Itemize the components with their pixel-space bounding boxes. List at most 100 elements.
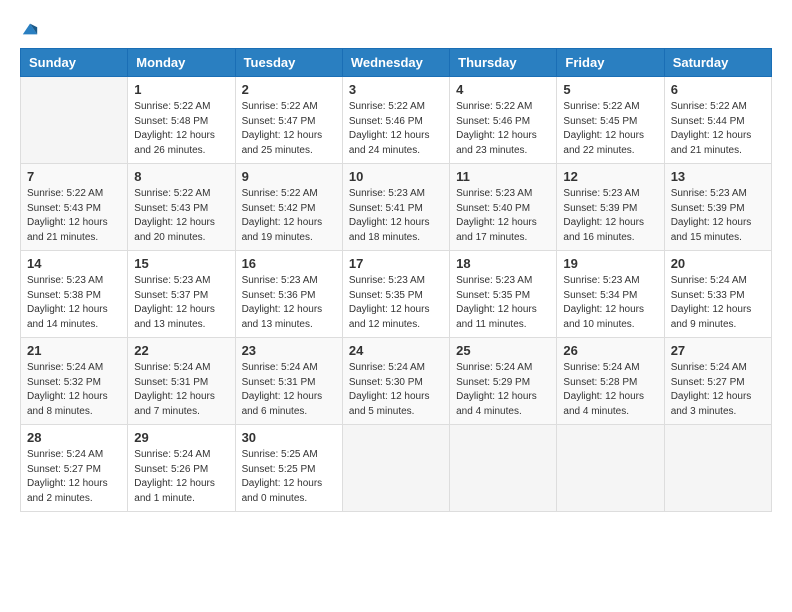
- calendar-header-row: SundayMondayTuesdayWednesdayThursdayFrid…: [21, 49, 772, 77]
- calendar-cell: 9 Sunrise: 5:22 AM Sunset: 5:42 PM Daylig…: [235, 164, 342, 251]
- day-info: Sunrise: 5:22 AM Sunset: 5:45 PM Dayligh…: [563, 100, 657, 158]
- calendar-cell: 18 Sunrise: 5:23 AM Sunset: 5:35 PM Dayli…: [450, 251, 557, 338]
- day-info: Sunrise: 5:24 AM Sunset: 5:30 PM Dayligh…: [349, 361, 443, 419]
- day-of-week-header: Sunday: [21, 49, 128, 77]
- day-info: Sunrise: 5:23 AM Sunset: 5:37 PM Dayligh…: [134, 274, 228, 332]
- day-info: Sunrise: 5:23 AM Sunset: 5:38 PM Dayligh…: [27, 274, 121, 332]
- calendar-cell: 3 Sunrise: 5:22 AM Sunset: 5:46 PM Daylig…: [342, 77, 449, 164]
- calendar-cell: 8 Sunrise: 5:22 AM Sunset: 5:43 PM Daylig…: [128, 164, 235, 251]
- day-info: Sunrise: 5:24 AM Sunset: 5:31 PM Dayligh…: [134, 361, 228, 419]
- calendar-cell: [450, 425, 557, 512]
- day-info: Sunrise: 5:23 AM Sunset: 5:40 PM Dayligh…: [456, 187, 550, 245]
- calendar-cell: 16 Sunrise: 5:23 AM Sunset: 5:36 PM Dayli…: [235, 251, 342, 338]
- calendar-cell: 2 Sunrise: 5:22 AM Sunset: 5:47 PM Daylig…: [235, 77, 342, 164]
- day-info: Sunrise: 5:22 AM Sunset: 5:46 PM Dayligh…: [349, 100, 443, 158]
- day-number: 3: [349, 82, 443, 97]
- day-info: Sunrise: 5:24 AM Sunset: 5:29 PM Dayligh…: [456, 361, 550, 419]
- calendar-cell: 21 Sunrise: 5:24 AM Sunset: 5:32 PM Dayli…: [21, 338, 128, 425]
- day-number: 24: [349, 343, 443, 358]
- day-info: Sunrise: 5:23 AM Sunset: 5:41 PM Dayligh…: [349, 187, 443, 245]
- day-of-week-header: Wednesday: [342, 49, 449, 77]
- day-number: 11: [456, 169, 550, 184]
- day-number: 8: [134, 169, 228, 184]
- calendar-cell: 28 Sunrise: 5:24 AM Sunset: 5:27 PM Dayli…: [21, 425, 128, 512]
- calendar-cell: 22 Sunrise: 5:24 AM Sunset: 5:31 PM Dayli…: [128, 338, 235, 425]
- day-number: 14: [27, 256, 121, 271]
- day-number: 16: [242, 256, 336, 271]
- day-info: Sunrise: 5:24 AM Sunset: 5:28 PM Dayligh…: [563, 361, 657, 419]
- day-number: 12: [563, 169, 657, 184]
- calendar-cell: 23 Sunrise: 5:24 AM Sunset: 5:31 PM Dayli…: [235, 338, 342, 425]
- day-number: 29: [134, 430, 228, 445]
- calendar-week-row: 28 Sunrise: 5:24 AM Sunset: 5:27 PM Dayli…: [21, 425, 772, 512]
- day-info: Sunrise: 5:23 AM Sunset: 5:36 PM Dayligh…: [242, 274, 336, 332]
- day-number: 15: [134, 256, 228, 271]
- day-number: 4: [456, 82, 550, 97]
- day-info: Sunrise: 5:24 AM Sunset: 5:31 PM Dayligh…: [242, 361, 336, 419]
- calendar-cell: 15 Sunrise: 5:23 AM Sunset: 5:37 PM Dayli…: [128, 251, 235, 338]
- calendar-week-row: 14 Sunrise: 5:23 AM Sunset: 5:38 PM Dayli…: [21, 251, 772, 338]
- day-number: 20: [671, 256, 765, 271]
- calendar-cell: [557, 425, 664, 512]
- calendar-cell: 1Sunrise: 5:22 AM Sunset: 5:48 PM Daylig…: [128, 77, 235, 164]
- day-number: 7: [27, 169, 121, 184]
- calendar-cell: [664, 425, 771, 512]
- calendar-cell: 27 Sunrise: 5:24 AM Sunset: 5:27 PM Dayli…: [664, 338, 771, 425]
- calendar-cell: 10 Sunrise: 5:23 AM Sunset: 5:41 PM Dayli…: [342, 164, 449, 251]
- day-info: Sunrise: 5:22 AM Sunset: 5:44 PM Dayligh…: [671, 100, 765, 158]
- day-info: Sunrise: 5:22 AM Sunset: 5:42 PM Dayligh…: [242, 187, 336, 245]
- day-of-week-header: Saturday: [664, 49, 771, 77]
- day-info: Sunrise: 5:23 AM Sunset: 5:39 PM Dayligh…: [671, 187, 765, 245]
- day-of-week-header: Thursday: [450, 49, 557, 77]
- calendar-cell: 5Sunrise: 5:22 AM Sunset: 5:45 PM Daylig…: [557, 77, 664, 164]
- day-number: 26: [563, 343, 657, 358]
- day-info: Sunrise: 5:22 AM Sunset: 5:43 PM Dayligh…: [27, 187, 121, 245]
- day-number: 6: [671, 82, 765, 97]
- day-info: Sunrise: 5:22 AM Sunset: 5:47 PM Dayligh…: [242, 100, 336, 158]
- day-of-week-header: Monday: [128, 49, 235, 77]
- day-info: Sunrise: 5:23 AM Sunset: 5:34 PM Dayligh…: [563, 274, 657, 332]
- calendar-cell: 29 Sunrise: 5:24 AM Sunset: 5:26 PM Dayli…: [128, 425, 235, 512]
- calendar-cell: 17 Sunrise: 5:23 AM Sunset: 5:35 PM Dayli…: [342, 251, 449, 338]
- calendar-cell: 12Sunrise: 5:23 AM Sunset: 5:39 PM Dayli…: [557, 164, 664, 251]
- day-of-week-header: Friday: [557, 49, 664, 77]
- day-info: Sunrise: 5:22 AM Sunset: 5:46 PM Dayligh…: [456, 100, 550, 158]
- calendar-cell: 19 Sunrise: 5:23 AM Sunset: 5:34 PM Dayli…: [557, 251, 664, 338]
- day-of-week-header: Tuesday: [235, 49, 342, 77]
- day-number: 10: [349, 169, 443, 184]
- day-info: Sunrise: 5:23 AM Sunset: 5:35 PM Dayligh…: [456, 274, 550, 332]
- day-number: 19: [563, 256, 657, 271]
- page-header: [20, 20, 772, 38]
- calendar-cell: 30Sunrise: 5:25 AM Sunset: 5:25 PM Dayli…: [235, 425, 342, 512]
- calendar-cell: 6 Sunrise: 5:22 AM Sunset: 5:44 PM Daylig…: [664, 77, 771, 164]
- calendar-cell: 7 Sunrise: 5:22 AM Sunset: 5:43 PM Daylig…: [21, 164, 128, 251]
- day-number: 28: [27, 430, 121, 445]
- calendar-cell: [21, 77, 128, 164]
- day-number: 27: [671, 343, 765, 358]
- calendar-week-row: 1Sunrise: 5:22 AM Sunset: 5:48 PM Daylig…: [21, 77, 772, 164]
- calendar-week-row: 21 Sunrise: 5:24 AM Sunset: 5:32 PM Dayli…: [21, 338, 772, 425]
- day-info: Sunrise: 5:23 AM Sunset: 5:35 PM Dayligh…: [349, 274, 443, 332]
- day-number: 23: [242, 343, 336, 358]
- day-info: Sunrise: 5:22 AM Sunset: 5:43 PM Dayligh…: [134, 187, 228, 245]
- calendar-cell: 20 Sunrise: 5:24 AM Sunset: 5:33 PM Dayli…: [664, 251, 771, 338]
- day-info: Sunrise: 5:24 AM Sunset: 5:32 PM Dayligh…: [27, 361, 121, 419]
- day-info: Sunrise: 5:24 AM Sunset: 5:26 PM Dayligh…: [134, 448, 228, 506]
- day-number: 17: [349, 256, 443, 271]
- day-number: 21: [27, 343, 121, 358]
- calendar-cell: 14 Sunrise: 5:23 AM Sunset: 5:38 PM Dayli…: [21, 251, 128, 338]
- day-number: 13: [671, 169, 765, 184]
- day-info: Sunrise: 5:24 AM Sunset: 5:27 PM Dayligh…: [27, 448, 121, 506]
- day-info: Sunrise: 5:24 AM Sunset: 5:27 PM Dayligh…: [671, 361, 765, 419]
- day-number: 9: [242, 169, 336, 184]
- day-number: 22: [134, 343, 228, 358]
- calendar-cell: 24 Sunrise: 5:24 AM Sunset: 5:30 PM Dayli…: [342, 338, 449, 425]
- calendar-cell: 4 Sunrise: 5:22 AM Sunset: 5:46 PM Daylig…: [450, 77, 557, 164]
- day-number: 2: [242, 82, 336, 97]
- day-number: 18: [456, 256, 550, 271]
- calendar-table: SundayMondayTuesdayWednesdayThursdayFrid…: [20, 48, 772, 512]
- day-number: 30: [242, 430, 336, 445]
- day-info: Sunrise: 5:24 AM Sunset: 5:33 PM Dayligh…: [671, 274, 765, 332]
- logo: [20, 20, 39, 38]
- calendar-week-row: 7 Sunrise: 5:22 AM Sunset: 5:43 PM Daylig…: [21, 164, 772, 251]
